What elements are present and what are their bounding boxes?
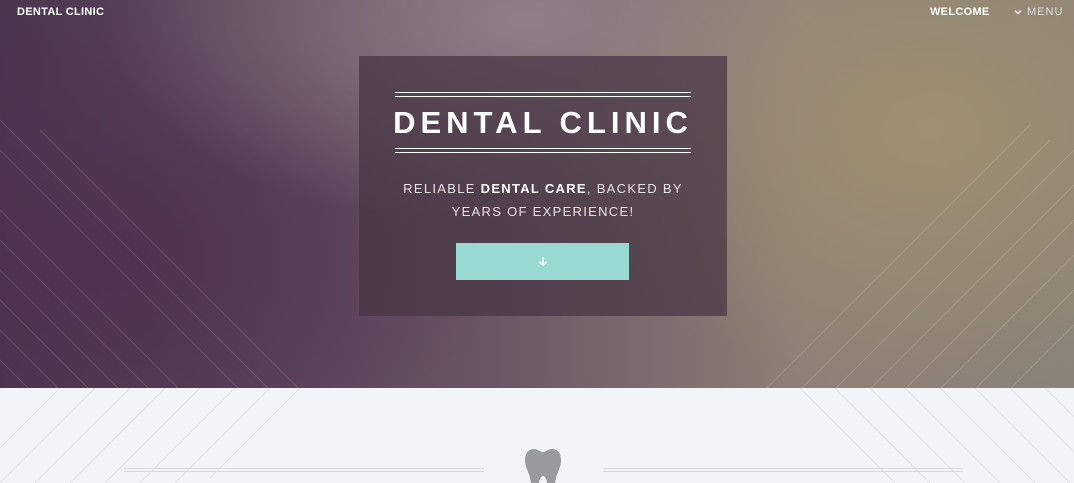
hero-tagline: RELIABLE DENTAL CARE, BACKED BY YEARS OF… — [389, 177, 697, 223]
page: DENTAL CLINIC WELCOME MENU DENTAL CLINIC… — [0, 0, 1074, 483]
hero-section: DENTAL CLINIC WELCOME MENU DENTAL CLINIC… — [0, 0, 1074, 388]
intro-section — [0, 388, 1074, 483]
tagline-text-1: RELIABLE — [403, 181, 481, 196]
title-rule-bottom — [395, 148, 691, 153]
hero-banner: DENTAL CLINIC RELIABLE DENTAL CARE, BACK… — [359, 56, 727, 316]
nav-link-welcome[interactable]: WELCOME — [930, 6, 990, 18]
hero-title: DENTAL CLINIC — [393, 105, 693, 140]
tooth-icon — [525, 449, 561, 483]
menu-label: MENU — [1027, 6, 1064, 18]
divider-right — [603, 468, 963, 472]
chevron-down-icon — [1014, 9, 1022, 15]
scroll-down-button[interactable] — [456, 243, 629, 280]
arrow-down-icon — [538, 257, 547, 267]
title-rule-top — [395, 92, 691, 97]
divider-left — [124, 468, 484, 472]
brand-logo-text[interactable]: DENTAL CLINIC — [17, 6, 104, 18]
tagline-highlight: DENTAL CARE — [480, 181, 587, 196]
menu-button[interactable]: MENU — [1014, 6, 1063, 18]
